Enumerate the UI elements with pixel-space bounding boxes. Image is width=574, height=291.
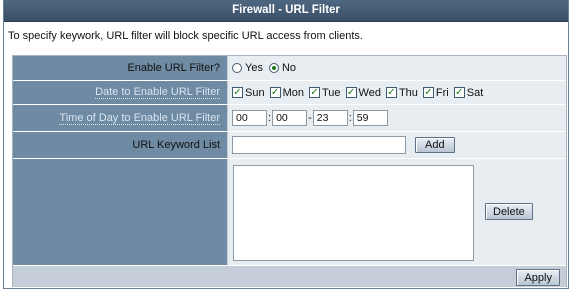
enable-no-label: No bbox=[281, 62, 297, 74]
start-minute-input[interactable]: 00 bbox=[272, 110, 308, 126]
checkbox-tue[interactable]: ✓ bbox=[308, 87, 320, 98]
start-hour-input[interactable]: 00 bbox=[232, 110, 267, 126]
list-label-cell bbox=[13, 159, 227, 265]
keyword-input[interactable] bbox=[232, 136, 406, 154]
day-fri: ✓ Fri bbox=[422, 86, 449, 99]
footer-row: Apply bbox=[13, 266, 566, 287]
checkbox-sun[interactable]: ✓ bbox=[232, 87, 243, 98]
checkbox-sat[interactable]: ✓ bbox=[453, 87, 465, 98]
delete-button[interactable]: Delete bbox=[485, 203, 533, 220]
list-cell: Delete bbox=[228, 159, 566, 265]
apply-button[interactable]: Apply bbox=[516, 269, 560, 286]
time-inputs: 00 : 00 - 23 : 59 bbox=[228, 105, 566, 131]
day-fri-label: Fri bbox=[435, 86, 449, 99]
day-sun: ✓ Sun bbox=[232, 87, 265, 99]
enable-no-radio[interactable] bbox=[268, 63, 279, 73]
time-label-text: Time of Day to Enable URL Filter bbox=[59, 111, 220, 125]
enable-yes-radio[interactable] bbox=[232, 63, 242, 73]
add-button[interactable]: Add bbox=[415, 137, 455, 153]
end-hour-input[interactable]: 23 bbox=[312, 110, 348, 126]
keyword-list-row: Delete bbox=[13, 159, 566, 265]
date-label[interactable]: Date to Enable URL Filter bbox=[13, 81, 227, 104]
day-mon-label: Mon bbox=[282, 86, 304, 99]
day-tue-label: Tue bbox=[321, 86, 341, 99]
day-wed: ✓ Wed bbox=[345, 86, 381, 99]
checkbox-wed[interactable]: ✓ bbox=[345, 87, 357, 98]
checkbox-mon[interactable]: ✓ bbox=[269, 87, 281, 98]
day-sat-label: Sat bbox=[466, 86, 484, 99]
enable-yes-label: Yes bbox=[245, 62, 263, 74]
keyword-controls: Add bbox=[228, 132, 566, 158]
keyword-row: URL Keyword List Add bbox=[13, 132, 566, 158]
dash-separator: - bbox=[308, 112, 312, 124]
keyword-listbox[interactable] bbox=[233, 165, 474, 261]
day-wed-label: Wed bbox=[358, 86, 381, 99]
enable-label: Enable URL Filter? bbox=[13, 56, 227, 80]
checkbox-fri[interactable]: ✓ bbox=[422, 87, 434, 98]
day-thu: ✓ Thu bbox=[385, 86, 418, 99]
day-mon: ✓ Mon bbox=[269, 86, 304, 99]
panel-title: Firewall - URL Filter bbox=[4, 0, 568, 22]
day-sat: ✓ Sat bbox=[453, 86, 484, 99]
colon-separator: : bbox=[268, 112, 272, 124]
description-text: To specify keywork, URL filter will bloc… bbox=[8, 30, 363, 42]
enable-options: Yes No bbox=[228, 56, 566, 80]
url-filter-panel: Firewall - URL Filter To specify keywork… bbox=[3, 0, 569, 289]
day-tue: ✓ Tue bbox=[308, 86, 341, 99]
end-minute-input[interactable]: 59 bbox=[352, 110, 388, 126]
day-thu-label: Thu bbox=[398, 86, 418, 99]
enable-row: Enable URL Filter? Yes No bbox=[13, 56, 566, 80]
time-row: Time of Day to Enable URL Filter 00 : 00… bbox=[13, 105, 566, 131]
colon-separator: : bbox=[348, 112, 352, 124]
checkbox-thu[interactable]: ✓ bbox=[385, 87, 397, 98]
settings-table: Enable URL Filter? Yes No Date to Enable… bbox=[12, 55, 567, 287]
day-sun-label: Sun bbox=[245, 86, 265, 99]
date-row: Date to Enable URL Filter ✓ Sun ✓ Mon ✓ Tue… bbox=[13, 81, 566, 104]
date-label-text: Date to Enable URL Filter bbox=[95, 86, 220, 99]
time-label[interactable]: Time of Day to Enable URL Filter bbox=[13, 105, 227, 131]
keyword-label: URL Keyword List bbox=[13, 132, 227, 158]
day-checkboxes: ✓ Sun ✓ Mon ✓ Tue ✓ Wed ✓ Thu ✓ Fri ✓ Sat bbox=[228, 81, 566, 104]
